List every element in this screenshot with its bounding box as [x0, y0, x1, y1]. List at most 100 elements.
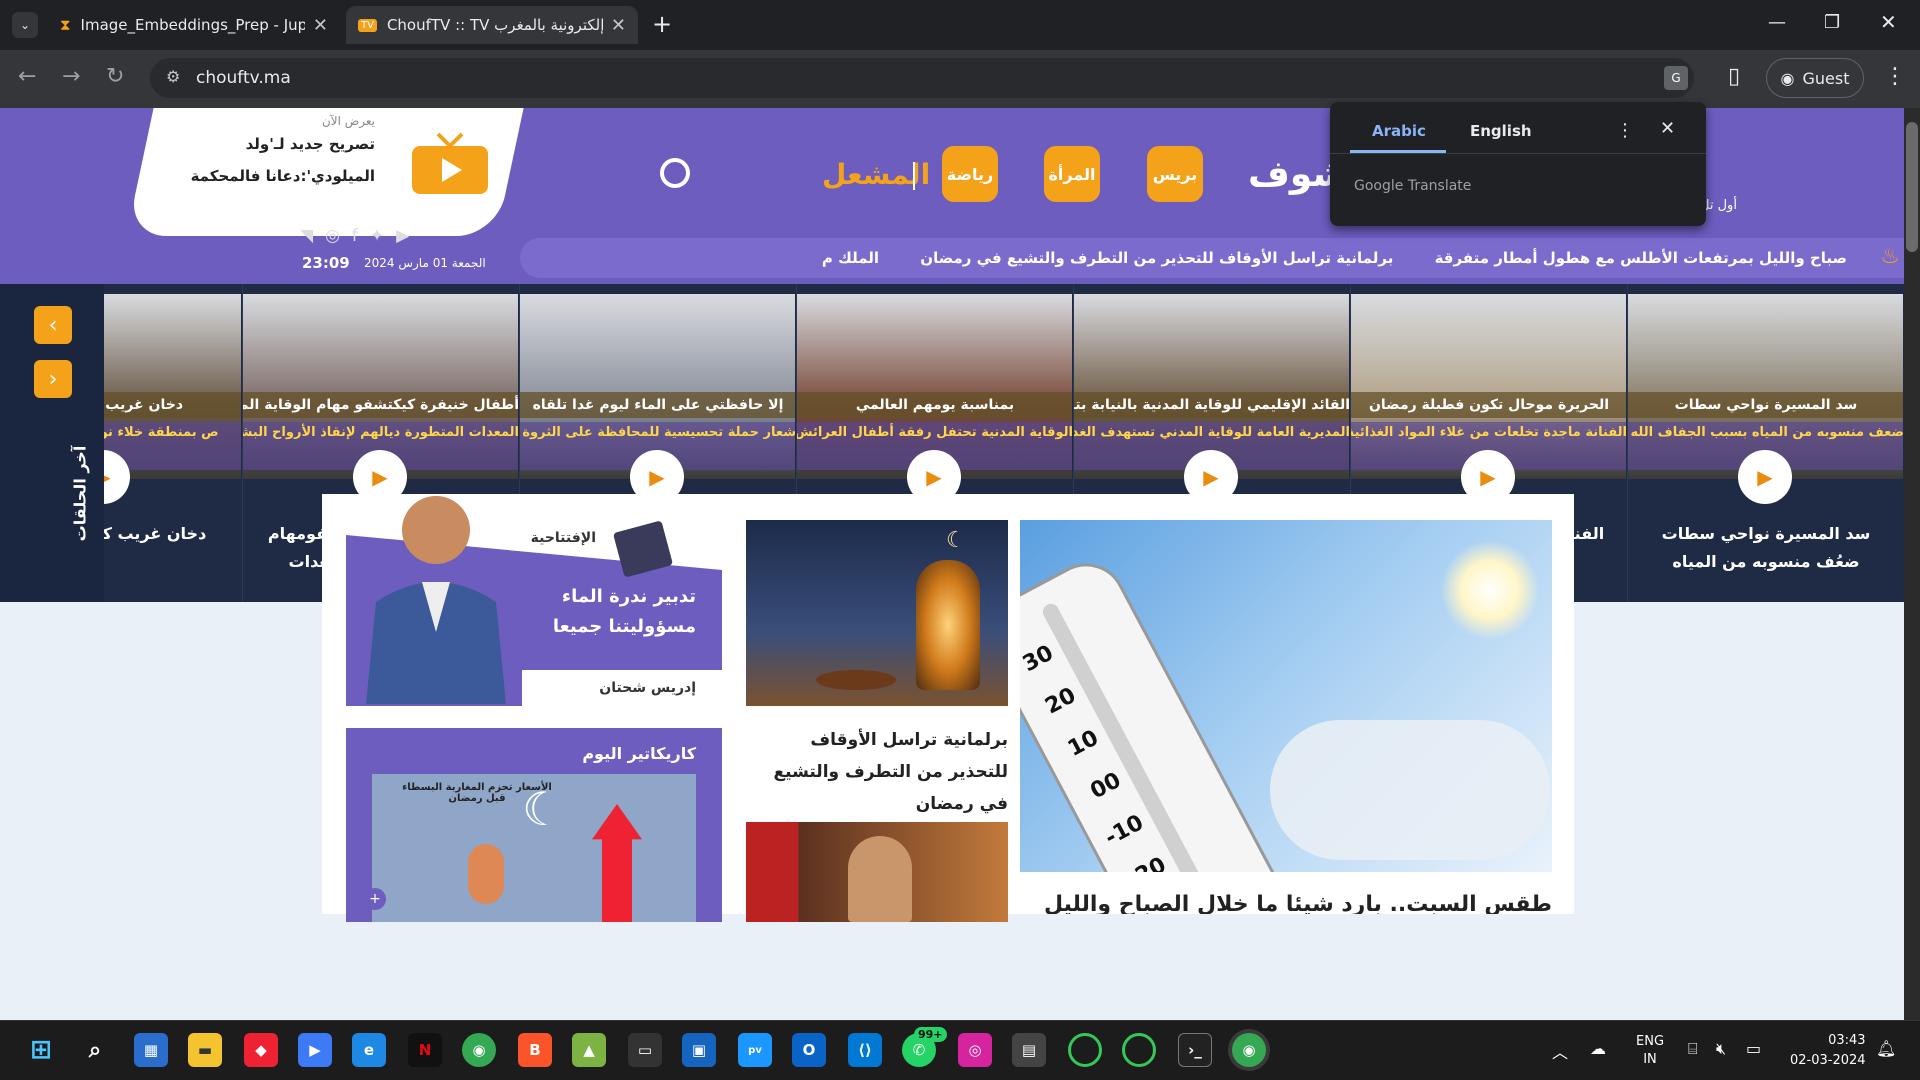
- app-ring2-icon[interactable]: [1122, 1033, 1156, 1067]
- notifications-icon[interactable]: 🔔︎: [1876, 1039, 1896, 1058]
- back-icon[interactable]: ←: [18, 64, 36, 89]
- category-mara[interactable]: المرأة: [1044, 146, 1100, 202]
- hero-title[interactable]: طقس السبت.. بارد شيئا ما خلال الصباح وال…: [1020, 892, 1552, 914]
- tab-title: ChoufTV :: TV إلكترونية بالمغرب: [386, 16, 603, 34]
- now-playing-title[interactable]: تصريح جديد لـ'ولد الميلودي':دعانا فالمحك…: [180, 128, 375, 192]
- video-caption[interactable]: سد المسيرة نواحي سطات ضعُف منسوبه من الم…: [1638, 520, 1894, 576]
- tv-icon: [412, 132, 488, 194]
- translate-popup: Arabic English ⋮ ✕ Google Translate: [1330, 102, 1706, 226]
- minimize-button[interactable]: —: [1768, 12, 1786, 33]
- date-time: الجمعة 01 مارس 2024 23:09: [300, 246, 530, 284]
- store-icon[interactable]: ▦: [134, 1033, 168, 1067]
- menu-icon[interactable]: ⋮: [1884, 64, 1906, 89]
- forward-icon[interactable]: →: [62, 64, 80, 89]
- browser-tab-bar: ⌄ ⧗ Image_Embeddings_Prep - Jupy ✕ TV Ch…: [0, 0, 1920, 50]
- moon-icon: ☾: [522, 782, 564, 836]
- chevron-up-icon[interactable]: ︿: [1552, 1039, 1568, 1063]
- network-icon[interactable]: ⌸: [1688, 1039, 1698, 1059]
- scrollbar-thumb[interactable]: [1906, 122, 1918, 252]
- caricature-card[interactable]: كاريكاتير اليوم الأسعار تحزم المغاربة ال…: [346, 728, 722, 922]
- profile-button[interactable]: ◉ Guest: [1766, 58, 1864, 98]
- photos-icon[interactable]: ▲: [572, 1033, 606, 1067]
- now-playing-text[interactable]: يعرض الآن تصريح جديد لـ'ولد الميلودي':دع…: [180, 114, 375, 192]
- twitter-icon[interactable]: ✦: [370, 226, 384, 246]
- translate-icon[interactable]: G: [1664, 66, 1688, 90]
- url-text: chouftv.ma: [196, 68, 291, 88]
- instagram-icon[interactable]: ◎: [325, 226, 340, 246]
- ticker-item[interactable]: الملك م: [804, 239, 897, 277]
- youtube-icon[interactable]: ▶: [396, 226, 409, 246]
- close-icon[interactable]: ✕: [1660, 118, 1675, 139]
- clock[interactable]: 03:43 02-03-2024: [1790, 1031, 1866, 1071]
- tab-search-button[interactable]: ⌄: [12, 12, 38, 38]
- app-window-icon[interactable]: ▣: [682, 1033, 716, 1067]
- category-riyada[interactable]: رياضة: [942, 146, 998, 202]
- outlook-icon[interactable]: O: [792, 1033, 826, 1067]
- tab-jupyter[interactable]: ⧗ Image_Embeddings_Prep - Jupy ✕: [48, 6, 340, 44]
- search-icon[interactable]: ⌕: [78, 1033, 112, 1067]
- caricature-art[interactable]: الأسعار تحزم المغاربة البسطاء قبل رمضان …: [372, 774, 696, 922]
- plus-button[interactable]: +: [364, 888, 386, 910]
- profile-label: Guest: [1802, 68, 1850, 88]
- instagram-icon[interactable]: ◎: [958, 1033, 992, 1067]
- tab-title: Image_Embeddings_Prep - Jupy: [80, 16, 305, 34]
- author-photo: [366, 496, 506, 704]
- lang-arabic-tab[interactable]: Arabic: [1372, 122, 1426, 140]
- video-headline: إلا حافظتي على الماء ليوم غدا تلقاه: [520, 392, 795, 418]
- lang-english-tab[interactable]: English: [1470, 122, 1532, 140]
- app-blue-icon[interactable]: ▶: [298, 1033, 332, 1067]
- powershell-icon[interactable]: ›_: [1178, 1033, 1212, 1067]
- prime-video-icon[interactable]: pv: [738, 1033, 772, 1067]
- opinion-title[interactable]: تدبير ندرة الماء مسؤوليتنا جميعا: [496, 582, 696, 642]
- terminal-icon[interactable]: ▭: [628, 1033, 662, 1067]
- reload-icon[interactable]: ↻: [106, 64, 124, 89]
- volume-icon[interactable]: 🔇︎: [1716, 1039, 1726, 1059]
- play-button[interactable]: ▶: [1738, 450, 1792, 504]
- app-red-icon[interactable]: ◆: [244, 1033, 278, 1067]
- facebook-icon[interactable]: f: [352, 226, 358, 246]
- battery-icon[interactable]: ▭: [1746, 1039, 1761, 1058]
- sun-shape: [1440, 540, 1540, 640]
- close-tab-icon[interactable]: ✕: [611, 15, 626, 36]
- restore-button[interactable]: ❐: [1824, 12, 1840, 33]
- site-info-icon[interactable]: ⚙: [166, 67, 180, 86]
- news-ticker[interactable]: ♨ صباح والليل بمرتفعات الأطلس مع هطول أم…: [520, 238, 1904, 278]
- category-press[interactable]: بريس: [1147, 146, 1203, 202]
- close-window-button[interactable]: ✕: [1880, 10, 1897, 34]
- file-explorer-icon[interactable]: ▬: [188, 1033, 222, 1067]
- opinion-author[interactable]: إدريس شحتان: [522, 670, 722, 706]
- side-panel-icon[interactable]: ▯: [1728, 64, 1740, 89]
- chrome-active-icon[interactable]: ◉: [1232, 1033, 1266, 1067]
- hero-image[interactable]: 30 20 10 00 -10 -20: [1020, 520, 1552, 872]
- brave-icon[interactable]: B: [518, 1033, 552, 1067]
- lantern-image[interactable]: ☾: [746, 520, 1008, 706]
- vscode-icon[interactable]: ⟨⟩: [848, 1033, 882, 1067]
- google-translate-brand: Google Translate: [1354, 178, 1472, 194]
- tv-favicon-icon: TV: [358, 18, 377, 32]
- now-playing-label: يعرض الآن: [321, 114, 375, 128]
- search-icon[interactable]: [660, 158, 690, 188]
- ticker-item[interactable]: برلمانية تراسل الأوقاف للتحذير من التطرف…: [902, 239, 1411, 277]
- chrome-icon[interactable]: ◉: [462, 1033, 496, 1067]
- cloud-icon[interactable]: ☁: [1590, 1039, 1606, 1058]
- crescent-icon: ☾: [946, 528, 966, 553]
- more-options-icon[interactable]: ⋮: [1616, 120, 1634, 141]
- ticker-item[interactable]: صباح والليل بمرتفعات الأطلس مع هطول أمطا…: [1417, 239, 1865, 277]
- caricature-label: كاريكاتير اليوم: [582, 744, 696, 763]
- address-bar[interactable]: ⚙ chouftv.ma G: [150, 58, 1694, 98]
- prev-arrow-button[interactable]: ‹: [34, 306, 72, 344]
- start-icon[interactable]: ⊞: [24, 1033, 58, 1067]
- king-image[interactable]: [746, 822, 1008, 922]
- edge-icon[interactable]: e: [352, 1033, 386, 1067]
- video-card[interactable]: سد المسيرة نواحي سطات ضعف منسوبه من الميا…: [1627, 284, 1903, 602]
- app-ring-icon[interactable]: [1068, 1033, 1102, 1067]
- tab-chouftv[interactable]: TV ChoufTV :: TV إلكترونية بالمغرب ✕: [346, 6, 638, 44]
- netflix-icon[interactable]: N: [408, 1033, 442, 1067]
- language-indicator[interactable]: ENG IN: [1636, 1033, 1664, 1069]
- app-grey-icon[interactable]: ▤: [1012, 1033, 1046, 1067]
- close-tab-icon[interactable]: ✕: [313, 15, 328, 36]
- rss-icon[interactable]: ◥: [300, 226, 313, 246]
- lantern-caption[interactable]: برلمانية تراسل الأوقاف للتحذير من التطرف…: [746, 724, 1008, 820]
- new-tab-button[interactable]: +: [652, 10, 672, 38]
- next-arrow-button[interactable]: ›: [34, 360, 72, 398]
